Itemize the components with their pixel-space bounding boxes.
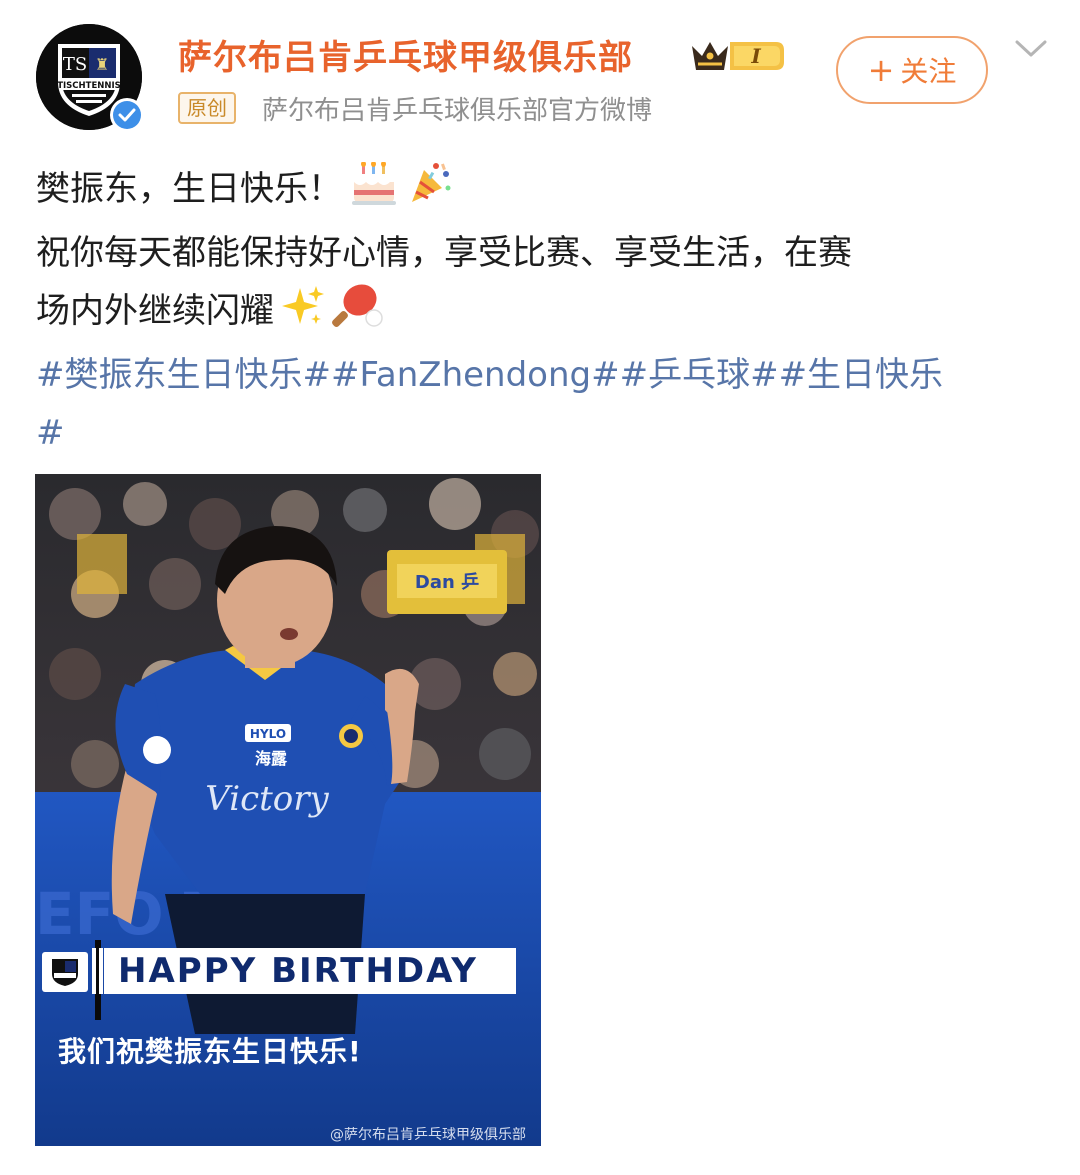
image-caption: 我们祝樊振东生日快乐! — [58, 1035, 362, 1068]
hashtag-link[interactable]: #樊振东生日快乐##FanZhendong##乒乓球##生日快乐 — [36, 346, 1046, 404]
ping-pong-icon — [332, 282, 384, 346]
svg-text:Victory: Victory — [205, 779, 329, 819]
follow-button[interactable]: + 关注 — [836, 36, 988, 104]
svg-text:TISCHTENNIS: TISCHTENNIS — [57, 81, 121, 91]
post-line: 祝你每天都能保持好心情，享受比赛、享受生活，在赛 — [36, 233, 852, 273]
image-watermark: @萨尔布吕肯乒乓球甲级俱乐部 — [330, 1127, 526, 1143]
birthday-cake-icon — [350, 161, 398, 224]
post-line: 樊振东，生日快乐！ — [36, 158, 1046, 224]
banner-title: HAPPY BIRTHDAY — [104, 948, 516, 994]
chevron-down-icon[interactable] — [1014, 38, 1048, 64]
source-label[interactable]: 萨尔布吕肯乒乓球俱乐部官方微博 — [262, 90, 652, 127]
sparkles-icon — [282, 284, 324, 346]
banner-divider — [90, 948, 104, 994]
plus-icon: + — [867, 51, 895, 89]
party-popper-icon — [406, 158, 454, 224]
club-logo-small — [42, 952, 88, 992]
follow-label: 关注 — [900, 55, 957, 88]
original-tag: 原创 — [178, 92, 236, 124]
vip-crown-badge[interactable]: I — [690, 36, 786, 80]
svg-text:I: I — [750, 44, 761, 68]
svg-text:♜: ♜ — [95, 55, 109, 74]
post-body: 樊振东，生日快乐！ 祝你每天都能保持好心情，享受比赛、享受生活，在赛 场内外继续… — [36, 158, 1046, 462]
svg-text:海露: 海露 — [255, 749, 288, 768]
hashtag-link[interactable]: # — [36, 404, 1046, 462]
post-line: 场内外继续闪耀 — [36, 282, 1046, 346]
svg-text:Dan 乒: Dan 乒 — [415, 572, 479, 593]
username[interactable]: 萨尔布吕肯乒乓球甲级俱乐部 — [178, 30, 633, 79]
svg-text:HYLO: HYLO — [250, 727, 286, 741]
verified-badge — [110, 98, 144, 132]
svg-text:TS: TS — [63, 54, 87, 75]
verified-check-icon — [113, 101, 141, 129]
